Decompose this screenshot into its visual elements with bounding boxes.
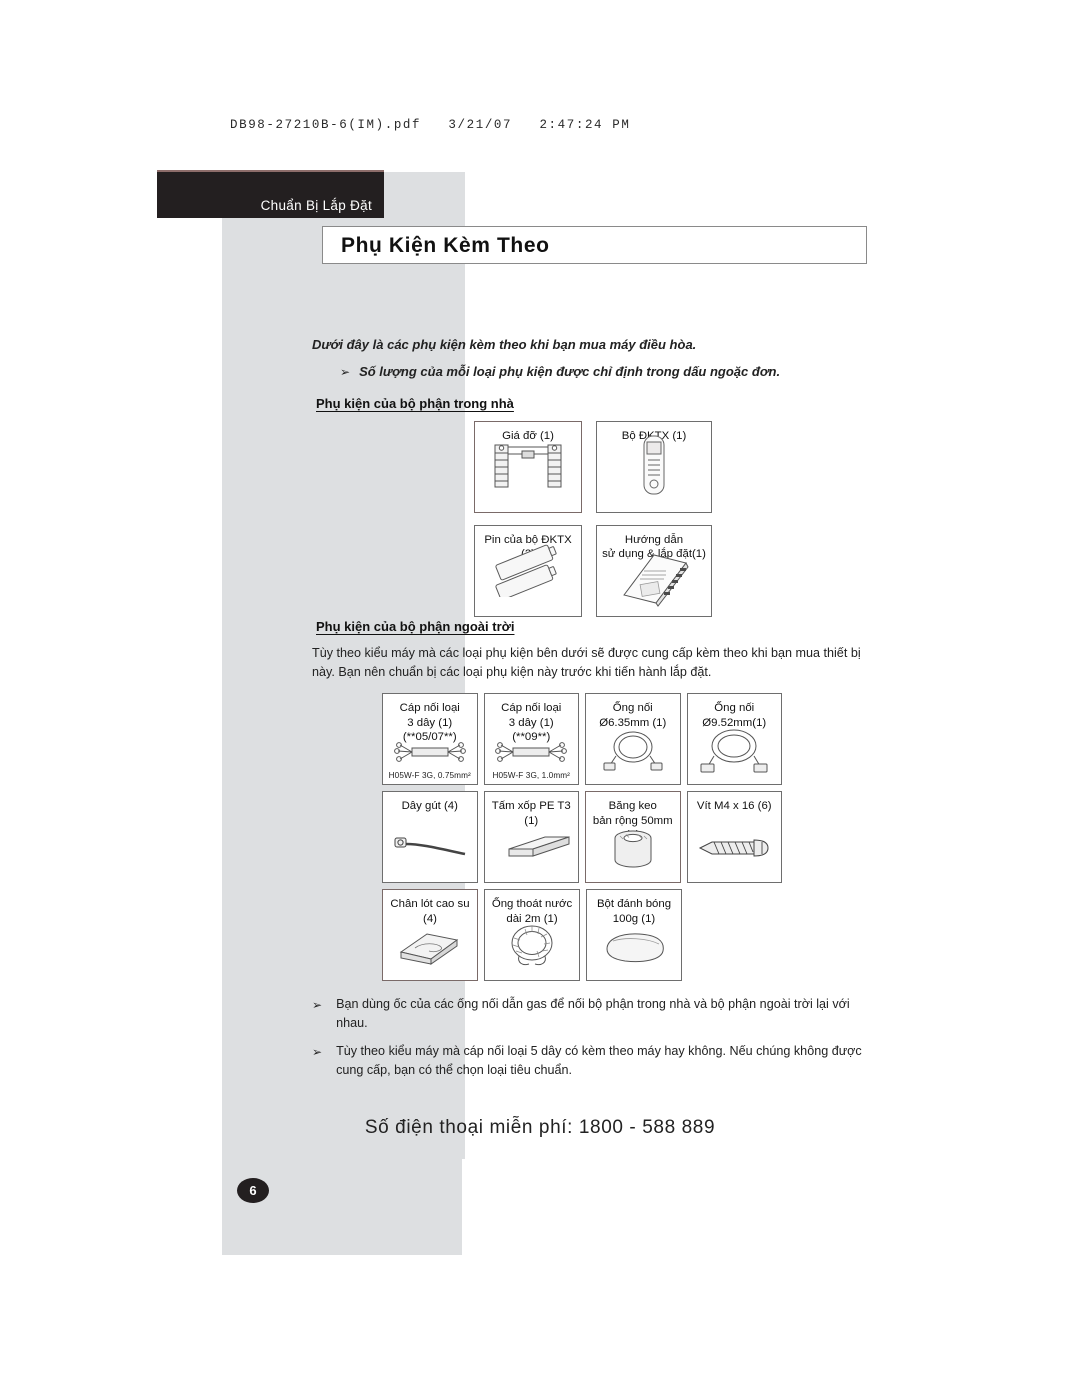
bullet-row: ➢ Tùy theo kiểu máy mà cáp nối loại 5 dâ… [312, 1042, 882, 1080]
lead-text: Dưới đây là các phụ kiện kèm theo khi bạ… [312, 337, 697, 352]
lead-bullet-text: Số lượng của mỗi loại phụ kiện được chỉ … [359, 363, 781, 379]
accessory-box: Cáp nối loại 3 dây (1) (**05/07**) H05W-… [382, 693, 478, 786]
arrow-icon: ➢ [312, 1045, 323, 1060]
accessory-box: Ống nối Ø9.52mm(1) [686, 693, 782, 786]
accessory-box: Giá đỡ (1) [474, 420, 582, 513]
arrow-icon: ➢ [340, 364, 351, 379]
footer-phone-number: Số điện thoại miễn phí: 1800 - 588 889 [364, 1117, 716, 1138]
accessory-label: Cáp nối loại 3 dây (1) (**09**) [501, 702, 562, 743]
bullet-row: ➢ Bạn dùng ốc của các ống nối dẫn gas để… [312, 995, 882, 1033]
section-title-bar: Phụ Kiện Kèm Theo [322, 226, 867, 264]
accessory-spec: H05W-F 3G, 0.75mm² [388, 771, 471, 781]
accessory-label: Giá đỡ (1) [502, 429, 554, 442]
connection-pipe-icon [688, 722, 782, 780]
accessory-label: Ống thoát nước dài 2m (1) [491, 898, 573, 925]
accessory-box: Pin của bộ ĐKTX (2) [474, 524, 582, 617]
lead-bullet-row: ➢ Số lượng của mỗi loại phụ kiện được ch… [340, 363, 882, 382]
accessory-label: Pin của bộ ĐKTX (2) [484, 533, 572, 560]
connection-pipe-icon [586, 722, 680, 780]
accessory-label: Cáp nối loại 3 dây (1) (**05/07**) [399, 702, 460, 743]
chapter-tab: Chuẩn Bị Lắp Đặt [157, 170, 384, 218]
accessory-label: Ống nối Ø6.35mm (1) [599, 702, 667, 729]
document-page: DB98-27210B-6(IM).pdf 3/21/07 2:47:24 PM… [0, 0, 1080, 1397]
cable-tie-icon [383, 816, 477, 878]
accessory-box: Vít M4 x 16 (6) [686, 791, 782, 884]
accessory-label: Chân lót cao su (4) [390, 898, 470, 925]
screw-icon [688, 818, 782, 878]
accessory-label: Dây gút (4) [401, 800, 458, 813]
accessory-box: Cáp nối loại 3 dây (1) (**09**) H05W-F 3… [483, 693, 579, 786]
gray-panel-bottom [222, 1159, 462, 1255]
outdoor-section-heading: Phụ kiện của bộ phận ngoài trời [316, 618, 515, 634]
pdf-print-header: DB98-27210B-6(IM).pdf 3/21/07 2:47:24 PM [230, 118, 631, 132]
content-column: Dưới đây là các phụ kiện kèm theo khi bạ… [312, 336, 882, 1089]
outdoor-paragraph: Tùy theo kiểu máy mà các loại phụ kiện b… [312, 644, 882, 682]
footnote-bullets: ➢ Bạn dùng ốc của các ống nối dẫn gas để… [312, 995, 882, 1080]
accessory-label: Hướng dẫn sử dụng & lắp đặt(1) [602, 533, 706, 560]
outdoor-accessory-grid: Cáp nối loại 3 dây (1) (**05/07**) H05W-… [382, 693, 782, 982]
accessory-box: Chân lót cao su (4) [382, 889, 478, 982]
accessory-box: Dây gút (4) [382, 791, 478, 884]
accessory-box: Tấm xốp PE T3 (1) [483, 791, 579, 884]
accessory-box: Bột đánh bóng 100g (1) [586, 889, 682, 982]
accessory-box: Băng keo bản rộng 50mm (2) [585, 791, 681, 884]
accessory-spec: H05W-F 3G, 1.0mm² [492, 771, 571, 781]
accessory-box: Ống nối Ø6.35mm (1) [585, 693, 681, 786]
accessory-box: Bộ ĐKTX (1) [596, 420, 712, 513]
accessory-box: Hướng dẫn sử dụng & lắp đặt(1) [596, 524, 712, 617]
accessory-label: Bột đánh bóng 100g (1) [596, 898, 672, 925]
accessory-box: Ống thoát nước dài 2m (1) [484, 889, 580, 982]
indoor-accessory-area: Giá đỡ (1) Bộ ĐKTX (1) Pin của bộ ĐKTX (… [312, 420, 882, 617]
drain-hose-icon [485, 918, 579, 976]
rubber-foot-icon [383, 918, 477, 976]
accessory-label: Ống nối Ø9.52mm(1) [702, 702, 767, 729]
polish-powder-icon [587, 918, 681, 976]
page-title: Phụ Kiện Kèm Theo [341, 234, 550, 257]
indoor-accessory-grid: Giá đỡ (1) Bộ ĐKTX (1) Pin của bộ ĐKTX (… [474, 420, 712, 617]
page-number-badge: 6 [237, 1178, 269, 1203]
outdoor-paragraph-line2: Bạn nên chuẩn bị các loại phụ kiện này t… [338, 664, 712, 679]
indoor-section-heading: Phụ kiện của bộ phận trong nhà [316, 395, 514, 411]
bullet-text: Bạn dùng ốc của các ống nối dẫn gas để n… [336, 997, 850, 1031]
accessory-label: Tấm xốp PE T3 (1) [491, 800, 571, 827]
chapter-tab-label: Chuẩn Bị Lắp Đặt [260, 198, 372, 213]
accessory-label: Vít M4 x 16 (6) [696, 800, 772, 813]
bullet-text: Tùy theo kiểu máy mà cáp nối loại 5 dây … [336, 1044, 862, 1078]
accessory-label: Băng keo bản rộng 50mm (2) [592, 800, 673, 841]
arrow-icon: ➢ [312, 998, 323, 1013]
accessory-label: Bộ ĐKTX (1) [621, 429, 687, 442]
